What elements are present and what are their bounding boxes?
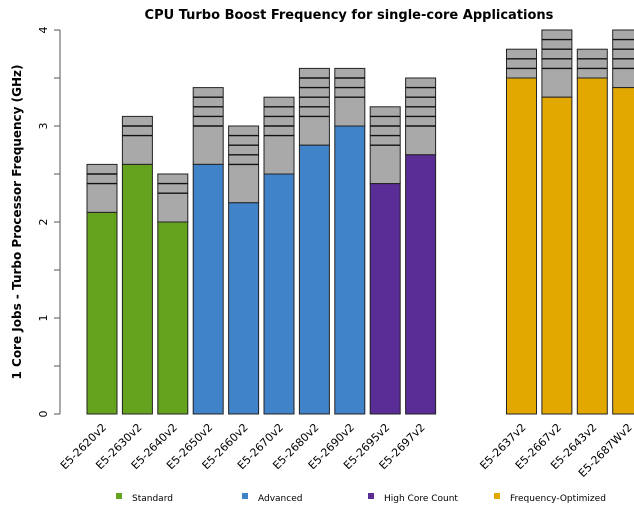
legend-item-advanced: Advanced (242, 493, 302, 504)
base-segment (121, 163, 153, 415)
turbo-segment (86, 163, 118, 213)
bar-E5-2650v2 (192, 87, 224, 415)
bar-E5-2670v2 (263, 96, 295, 415)
base-segment (334, 125, 366, 415)
legend-swatch (494, 493, 500, 499)
legend-swatch (242, 493, 248, 499)
y-tick-label: 1 (37, 315, 50, 322)
base-segment (505, 77, 537, 415)
chart-title: CPU Turbo Boost Frequency for single-cor… (145, 8, 554, 23)
turbo-segment (121, 115, 153, 165)
y-tick-label: 3 (37, 123, 50, 130)
base-segment (541, 96, 573, 415)
legend-label: Standard (132, 494, 173, 504)
bar-E5-2637v2 (505, 48, 537, 415)
bar-E5-2695v2 (369, 106, 401, 415)
turbo-segment (157, 173, 189, 223)
y-tick-label: 0 (37, 411, 50, 418)
base-segment (369, 183, 401, 415)
y-axis-label: 1 Core Jobs - Turbo Processor Frequency … (10, 64, 24, 379)
base-segment (192, 163, 224, 415)
legend-item-frequency-optimized: Frequency-Optimized (494, 493, 606, 504)
x-axis-labels: E5-2620v2E5-2630v2E5-2640v2E5-2650v2E5-2… (58, 421, 634, 480)
turbo-frequency-chart: CPU Turbo Boost Frequency for single-cor… (10, 8, 634, 504)
legend-item-standard: Standard (116, 493, 173, 504)
legend-swatch (368, 493, 374, 499)
bar-E5-2690v2 (334, 67, 366, 415)
bar-E5-2620v2 (86, 163, 118, 415)
base-segment (405, 154, 437, 415)
legend-swatch (116, 493, 122, 499)
bar-E5-2643v2 (576, 48, 608, 415)
turbo-segment (576, 48, 608, 79)
bar-E5-2660v2 (228, 125, 260, 415)
y-tick-label: 2 (37, 219, 50, 226)
base-segment (263, 173, 295, 415)
base-segment (86, 211, 118, 415)
base-segment (612, 87, 634, 415)
base-segment (157, 221, 189, 415)
turbo-segment (505, 48, 537, 79)
bar-E5-2667v2 (541, 29, 573, 415)
bars (86, 29, 634, 415)
y-tick-label: 4 (37, 27, 50, 34)
bar-E5-2680v2 (298, 67, 330, 415)
legend: Standard Advanced High Core Count Frequency… (116, 493, 606, 504)
base-segment (228, 202, 260, 415)
bar-E5-2630v2 (121, 115, 153, 415)
legend-label: Frequency-Optimized (510, 494, 606, 504)
y-axis: 0 1 2 3 4 (37, 27, 61, 418)
bar-E5-2640v2 (157, 173, 189, 415)
legend-label: Advanced (258, 494, 302, 504)
bar-E5-2687Wv2 (612, 29, 634, 415)
legend-label: High Core Count (384, 494, 458, 504)
bar-E5-2697v2 (405, 77, 437, 415)
base-segment (298, 144, 330, 415)
legend-item-high-core-count: High Core Count (368, 493, 458, 504)
base-segment (576, 77, 608, 415)
